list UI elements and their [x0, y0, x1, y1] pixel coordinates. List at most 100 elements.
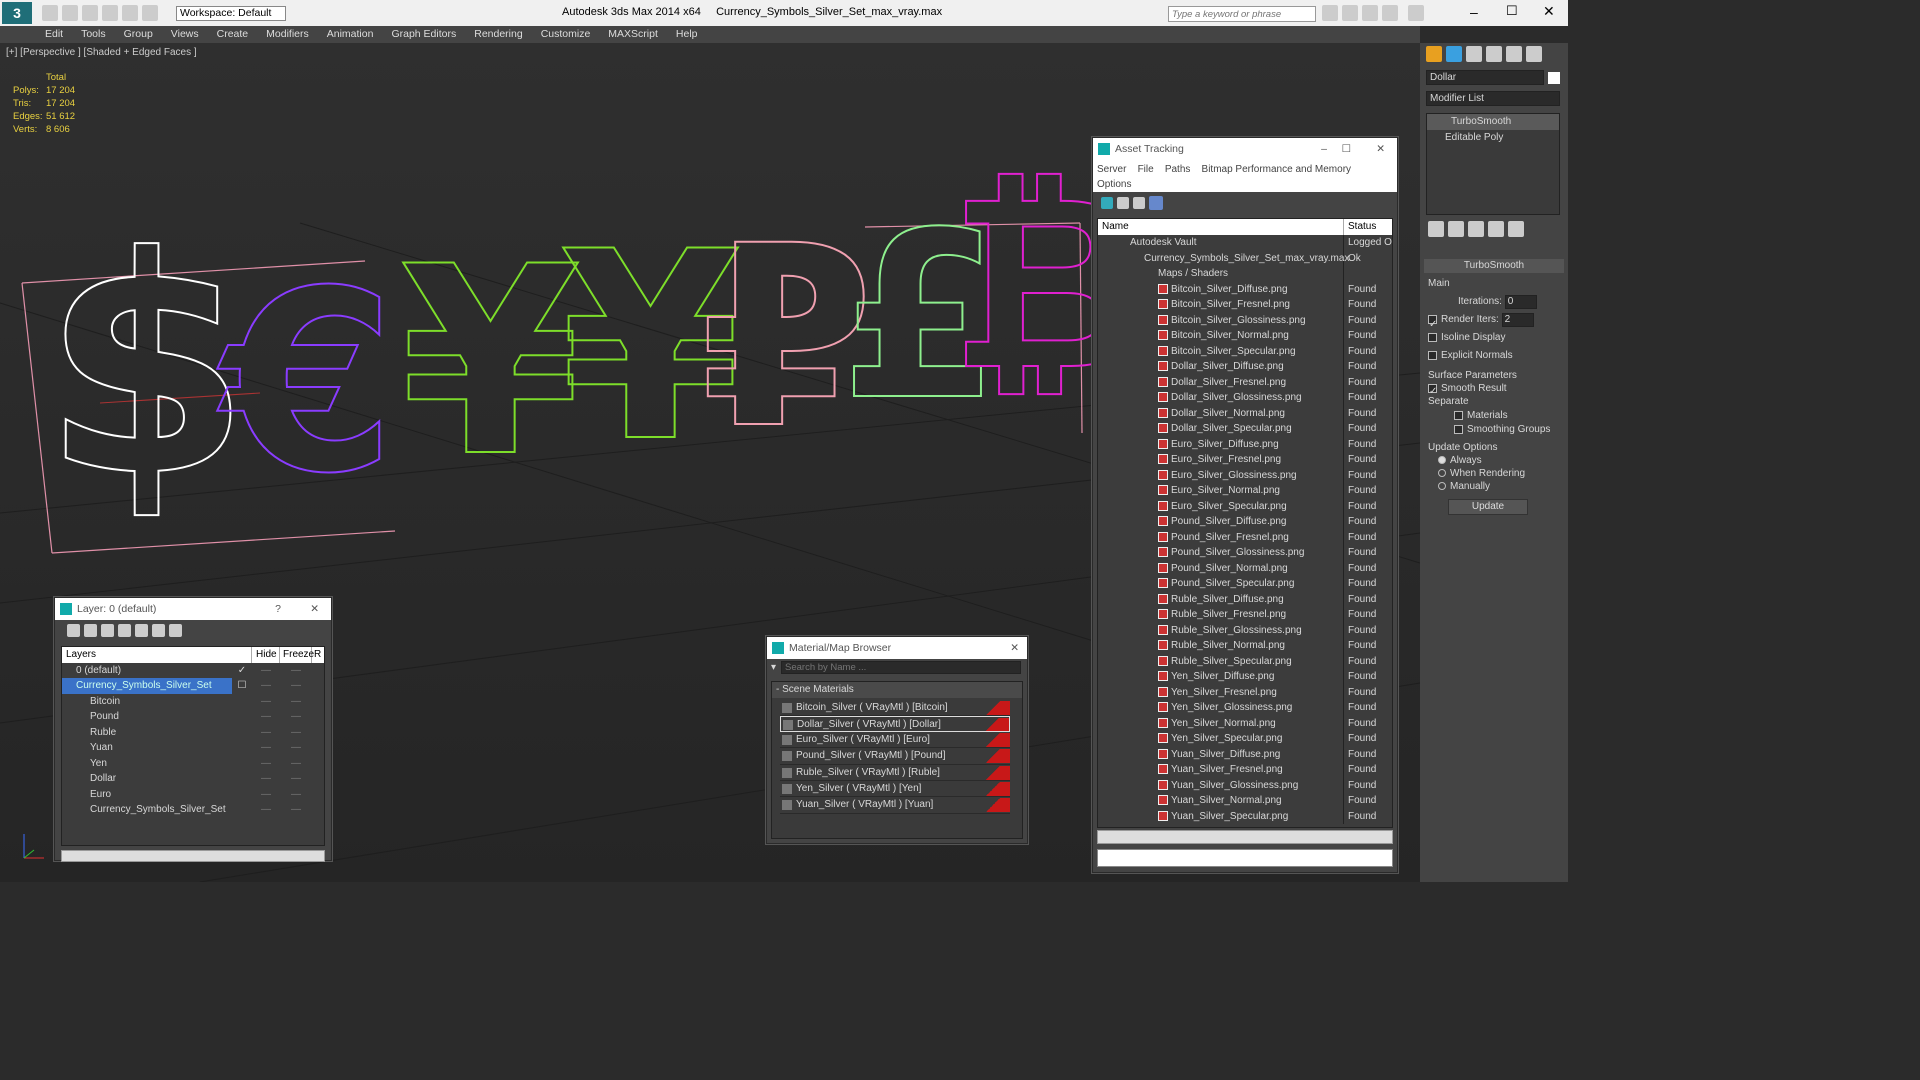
make-unique-icon[interactable]	[1468, 221, 1484, 237]
material-item[interactable]: Yuan_Silver ( VRayMtl ) [Yuan]	[780, 797, 1010, 814]
close-button[interactable]: ✕	[1543, 3, 1555, 20]
asset-file-row[interactable]: Yuan_Silver_Diffuse.png Found	[1098, 746, 1392, 762]
show-end-result-icon[interactable]	[1448, 221, 1464, 237]
asset-max-button[interactable]: ☐	[1342, 138, 1351, 160]
undo-icon[interactable]	[102, 5, 118, 21]
layer-row[interactable]: Dollar — —	[62, 771, 324, 787]
asset-file-row[interactable]: Yuan_Silver_Fresnel.png Found	[1098, 762, 1392, 778]
asset-file-row[interactable]: Yuan_Silver_Glossiness.png Found	[1098, 777, 1392, 793]
matbrowser-search-input[interactable]	[781, 661, 1021, 674]
new-file-icon[interactable]	[42, 5, 58, 21]
explicit-normals-checkbox[interactable]	[1428, 350, 1437, 360]
layer-freeze-toggle[interactable]: —	[280, 740, 312, 756]
asset-min-button[interactable]: –	[1321, 138, 1327, 160]
menu-help[interactable]: Help	[667, 26, 707, 43]
asset-file-row[interactable]: Euro_Silver_Glossiness.png Found	[1098, 467, 1392, 483]
save-file-icon[interactable]	[82, 5, 98, 21]
communication-icon[interactable]	[1362, 5, 1378, 21]
asset-close-button[interactable]: ✕	[1376, 138, 1385, 160]
redo-icon[interactable]	[122, 5, 138, 21]
layer-close-button[interactable]: ✕	[310, 598, 319, 620]
asset-file-row[interactable]: Euro_Silver_Fresnel.png Found	[1098, 452, 1392, 468]
asset-file-row[interactable]: Pound_Silver_Diffuse.png Found	[1098, 514, 1392, 530]
maximize-button[interactable]: ☐	[1506, 3, 1518, 19]
menu-maxscript[interactable]: MAXScript	[599, 26, 667, 43]
layer-hide-toggle[interactable]: —	[252, 771, 280, 787]
dollar-symbol-object[interactable]: $	[41, 217, 252, 519]
asset-file-row[interactable]: Bitcoin_Silver_Diffuse.png Found	[1098, 281, 1392, 297]
layer-freeze-toggle[interactable]: —	[280, 771, 312, 787]
menu-animation[interactable]: Animation	[318, 26, 383, 43]
layer-row[interactable]: Euro — —	[62, 787, 324, 803]
asset-file-row[interactable]: Dollar_Silver_Fresnel.png Found	[1098, 374, 1392, 390]
binoculars-icon[interactable]	[1322, 5, 1338, 21]
remove-modifier-icon[interactable]	[1488, 221, 1504, 237]
layer-row[interactable]: Yen — —	[62, 756, 324, 772]
layer-hide-toggle[interactable]: —	[252, 756, 280, 772]
list-view-icon[interactable]	[1117, 197, 1129, 209]
layer-hide-toggle[interactable]: —	[252, 678, 280, 694]
render-iters-checkbox[interactable]: ✓	[1428, 314, 1437, 330]
select-in-layer-icon[interactable]	[118, 624, 131, 637]
col-render-header[interactable]: R	[312, 649, 321, 660]
layer-row[interactable]: 0 (default) ✓ — —	[62, 663, 324, 679]
asset-row-file[interactable]: Currency_Symbols_Silver_Set_max_vray.max…	[1098, 250, 1392, 266]
layer-hide-toggle[interactable]: —	[252, 787, 280, 803]
layer-hide-toggle[interactable]: —	[252, 709, 280, 725]
display-tab-icon[interactable]	[1506, 46, 1522, 62]
layer-freeze-toggle[interactable]: —	[280, 678, 312, 694]
asset-file-row[interactable]: Dollar_Silver_Diffuse.png Found	[1098, 359, 1392, 375]
material-item[interactable]: Pound_Silver ( VRayMtl ) [Pound]	[780, 748, 1010, 765]
asset-file-row[interactable]: Bitcoin_Silver_Fresnel.png Found	[1098, 297, 1392, 313]
manually-radio[interactable]	[1438, 482, 1446, 491]
asset-file-row[interactable]: Bitcoin_Silver_Specular.png Found	[1098, 343, 1392, 359]
euro-symbol-object[interactable]: €	[221, 257, 397, 509]
layer-row[interactable]: Pound — —	[62, 709, 324, 725]
layer-row[interactable]: Currency_Symbols_Silver_Set ☐ — —	[62, 678, 324, 694]
modify-tab-icon[interactable]	[1446, 46, 1462, 62]
favorites-star-icon[interactable]	[1382, 5, 1398, 21]
asset-file-row[interactable]: Yen_Silver_Normal.png Found	[1098, 715, 1392, 731]
layer-row[interactable]: Ruble — —	[62, 725, 324, 741]
create-layer-icon[interactable]	[67, 624, 80, 637]
col-status-header[interactable]: Status	[1344, 221, 1376, 232]
asset-file-row[interactable]: Yen_Silver_Glossiness.png Found	[1098, 700, 1392, 716]
asset-file-row[interactable]: Euro_Silver_Normal.png Found	[1098, 483, 1392, 499]
asset-menu-options[interactable]: Options	[1097, 179, 1131, 190]
motion-tab-icon[interactable]	[1486, 46, 1502, 62]
asset-file-row[interactable]: Dollar_Silver_Specular.png Found	[1098, 421, 1392, 437]
menu-edit[interactable]: Edit	[36, 26, 72, 43]
options-chevron-icon[interactable]: ▾	[771, 662, 781, 673]
modifier-list-dropdown[interactable]: Modifier List	[1426, 91, 1560, 106]
menu-rendering[interactable]: Rendering	[465, 26, 531, 43]
layer-active-marker[interactable]: ✓	[232, 663, 252, 679]
asset-file-row[interactable]: Yuan_Silver_Specular.png Found	[1098, 808, 1392, 824]
materials-checkbox[interactable]	[1454, 410, 1463, 420]
col-hide-header[interactable]: Hide	[252, 647, 280, 663]
asset-file-row[interactable]: Pound_Silver_Normal.png Found	[1098, 560, 1392, 576]
asset-row-maps[interactable]: Maps / Shaders	[1098, 266, 1392, 282]
asset-file-row[interactable]: Ruble_Silver_Normal.png Found	[1098, 638, 1392, 654]
iterations-spinner[interactable]: 0	[1504, 295, 1537, 309]
layer-row[interactable]: Yuan — —	[62, 740, 324, 756]
menu-group[interactable]: Group	[115, 26, 162, 43]
layer-hscrollbar[interactable]	[61, 850, 325, 862]
yuan-symbol-object[interactable]: ¥	[399, 232, 582, 494]
menu-tools[interactable]: Tools	[72, 26, 115, 43]
col-freeze-header[interactable]: Freeze	[280, 647, 314, 663]
asset-file-row[interactable]: Yen_Silver_Specular.png Found	[1098, 731, 1392, 747]
object-color-swatch[interactable]	[1548, 72, 1560, 84]
asset-file-row[interactable]: Yuan_Silver_Normal.png Found	[1098, 793, 1392, 809]
smooth-result-checkbox[interactable]: ✓	[1428, 383, 1437, 397]
hierarchy-tab-icon[interactable]	[1466, 46, 1482, 62]
layer-hide-toggle[interactable]: —	[252, 663, 280, 679]
render-iters-spinner[interactable]: 2	[1501, 313, 1534, 327]
layer-hide-toggle[interactable]: —	[252, 694, 280, 710]
layer-freeze-toggle[interactable]: —	[280, 709, 312, 725]
layer-hide-toggle[interactable]: —	[252, 802, 280, 818]
update-button[interactable]: Update	[1448, 499, 1528, 515]
asset-file-row[interactable]: Euro_Silver_Diffuse.png Found	[1098, 436, 1392, 452]
material-item[interactable]: Bitcoin_Silver ( VRayMtl ) [Bitcoin]	[780, 700, 1010, 716]
isoline-checkbox[interactable]	[1428, 332, 1437, 342]
when-rendering-radio[interactable]	[1438, 469, 1446, 478]
